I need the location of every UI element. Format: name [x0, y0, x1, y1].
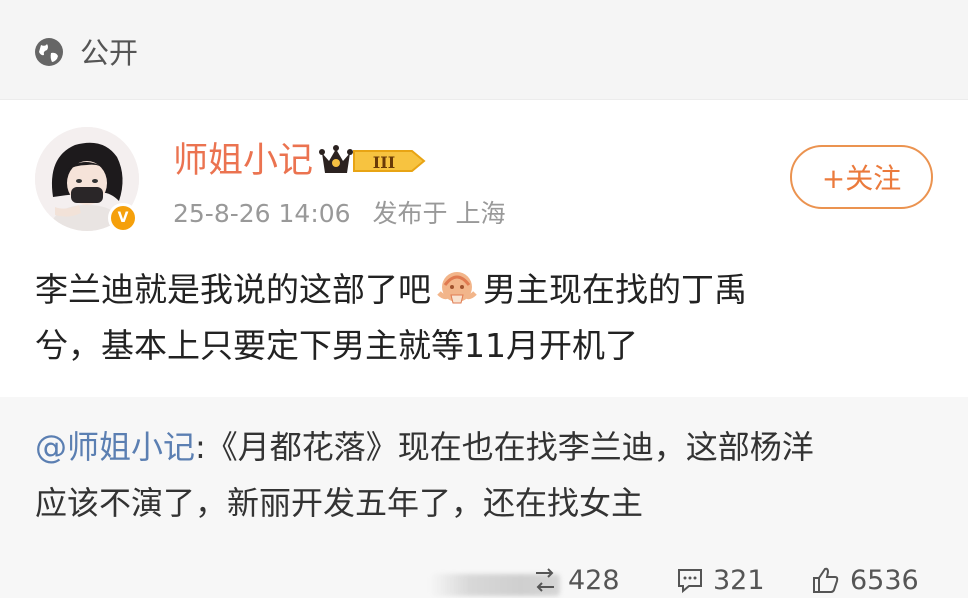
post-line-1: 李兰迪就是我说的这部了吧 男主现在找的丁禹 [35, 262, 935, 318]
repost-text-segment: :《月都花落》现在也在找李兰迪，这部杨洋 [195, 428, 814, 466]
author-name[interactable]: 师姐小记 [173, 140, 313, 182]
mention-link[interactable]: @师姐小记 [35, 428, 195, 466]
globe-icon [35, 38, 63, 66]
repost-body: @师姐小记:《月都花落》现在也在找李兰迪，这部杨洋 应该不演了，新丽开发五年了，… [35, 419, 945, 531]
comment-count: 321 [713, 564, 765, 596]
follow-button[interactable]: +关注 [790, 145, 933, 209]
repost-icon [536, 568, 554, 592]
post-time: 25-8-26 14:06 [173, 199, 351, 228]
comment-button[interactable]: 321 [675, 562, 765, 598]
post-line-2: 兮，基本上只要定下男主就等11月开机了 [35, 326, 638, 365]
comment-icon [678, 569, 702, 594]
like-count: 6536 [850, 564, 919, 596]
post-text-segment: 男主现在找的丁禹 [483, 270, 747, 309]
repost-button[interactable]: 428 [530, 562, 620, 598]
repost-line-2: 应该不演了，新丽开发五年了，还在找女主 [35, 484, 644, 522]
visibility-label: 公开 [80, 36, 139, 70]
repost-count: 428 [568, 564, 620, 596]
shrug-emoji-icon [437, 272, 477, 304]
level-text: III [373, 153, 395, 172]
like-button[interactable]: 6536 [810, 562, 919, 598]
verified-badge-icon: V [108, 203, 138, 233]
action-bar: 428 321 6536 [430, 562, 968, 598]
post-body: 李兰迪就是我说的这部了吧 男主现在找的丁禹 兮，基本上只要定下男主就等11月开机… [35, 262, 935, 374]
post-meta: 25-8-26 14:06 发布于 上海 [173, 198, 505, 230]
post-text-segment: 李兰迪就是我说的这部了吧 [35, 270, 431, 309]
crown-level-badge-icon[interactable]: III [318, 143, 426, 179]
visibility-bar: 公开 [0, 0, 968, 100]
thumbs-up-icon [813, 567, 839, 593]
repost-line-1: @师姐小记:《月都花落》现在也在找李兰迪，这部杨洋 [35, 419, 945, 475]
post-location: 发布于 上海 [372, 199, 506, 228]
